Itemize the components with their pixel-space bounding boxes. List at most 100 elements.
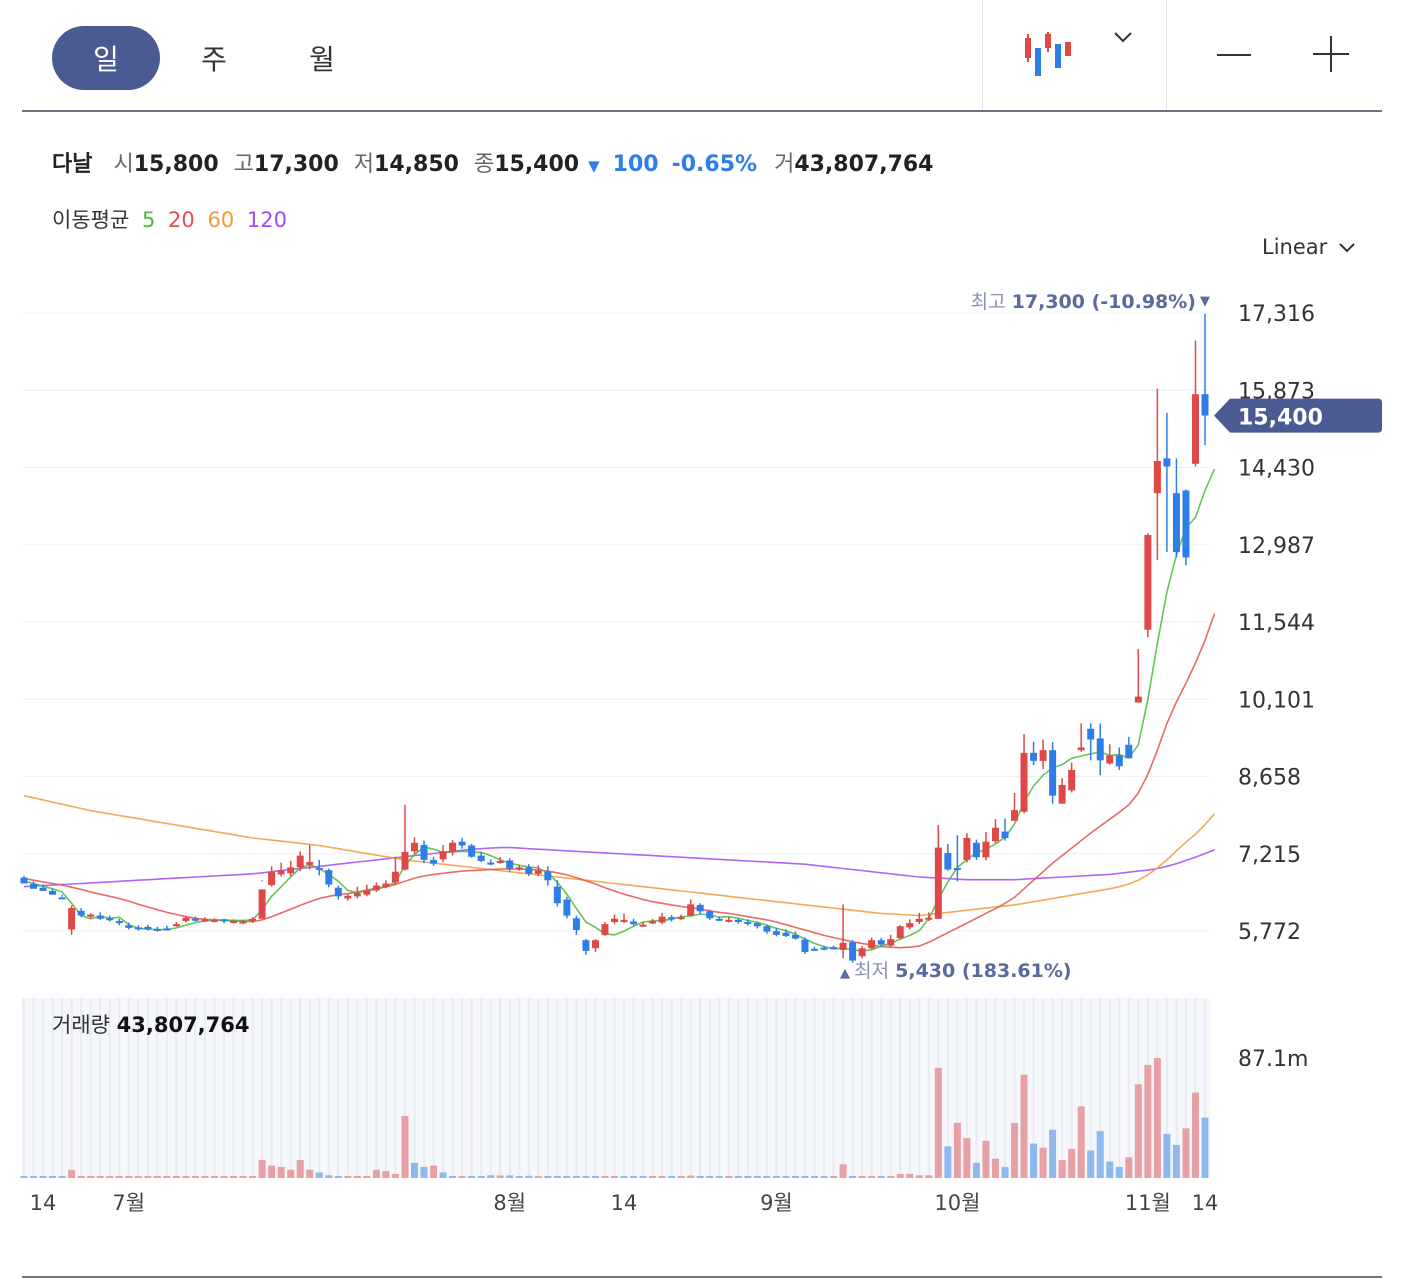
candle-body bbox=[1058, 784, 1066, 804]
candle-body bbox=[572, 918, 580, 931]
candle-body bbox=[30, 883, 38, 889]
volume-bar bbox=[334, 1176, 342, 1178]
candle-body bbox=[487, 862, 495, 865]
y-tick-label: 17,316 bbox=[1238, 302, 1315, 327]
candle-body bbox=[77, 910, 85, 916]
volume-bar bbox=[87, 1176, 95, 1178]
volume-bar bbox=[144, 1176, 152, 1178]
candle-body bbox=[258, 889, 266, 919]
volume-bar bbox=[582, 1175, 590, 1178]
bottom-divider bbox=[22, 1276, 1382, 1278]
candle-body bbox=[868, 940, 876, 949]
candle-body bbox=[191, 918, 199, 921]
y-tick-label: 12,987 bbox=[1238, 534, 1315, 559]
current-price-label: 15,400 bbox=[1238, 406, 1323, 431]
candle-body bbox=[268, 871, 276, 886]
candle-body bbox=[144, 926, 152, 930]
volume-bar bbox=[96, 1176, 104, 1178]
candle-body bbox=[925, 917, 933, 920]
candle-body bbox=[772, 931, 780, 935]
volume-bar bbox=[1077, 1106, 1085, 1178]
x-tick-label: 14 bbox=[1192, 1191, 1219, 1215]
volume-bar bbox=[420, 1166, 428, 1178]
candle-body bbox=[458, 841, 466, 846]
candle-body bbox=[1030, 752, 1038, 761]
volume-bar bbox=[687, 1175, 695, 1178]
candle-body bbox=[896, 926, 904, 939]
candle-body bbox=[134, 927, 142, 930]
volume-bar bbox=[696, 1176, 704, 1178]
volume-bar bbox=[125, 1176, 133, 1178]
volume-bar bbox=[1058, 1160, 1066, 1178]
candle-body bbox=[839, 942, 847, 950]
candle-body bbox=[420, 844, 428, 860]
volume-bar bbox=[953, 1122, 961, 1178]
candle-body bbox=[506, 860, 514, 869]
candle-body bbox=[210, 919, 218, 922]
volume-bar bbox=[163, 1176, 171, 1178]
volume-bar bbox=[782, 1176, 790, 1178]
volume-bar bbox=[515, 1176, 523, 1178]
volume-bar bbox=[991, 1158, 999, 1178]
candle-body bbox=[115, 920, 123, 924]
candle-body bbox=[477, 855, 485, 861]
volume-bar bbox=[401, 1116, 409, 1178]
volume-bar bbox=[1087, 1150, 1095, 1178]
volume-bar bbox=[20, 1176, 28, 1178]
volume-bar bbox=[506, 1175, 514, 1178]
y-tick-label: 10,101 bbox=[1238, 688, 1315, 713]
volume-bar bbox=[630, 1176, 638, 1178]
volume-bar bbox=[830, 1176, 838, 1178]
volume-bar bbox=[772, 1176, 780, 1178]
volume-bar bbox=[925, 1175, 933, 1178]
ma60-line bbox=[23, 794, 1216, 917]
volume-bar bbox=[1068, 1149, 1076, 1178]
volume-y-tick: 87.1m bbox=[1238, 1047, 1308, 1072]
candle-body bbox=[39, 887, 47, 891]
volume-bar bbox=[734, 1176, 742, 1178]
candle-body bbox=[353, 893, 361, 897]
volume-bar bbox=[887, 1175, 895, 1178]
volume-bar bbox=[1172, 1144, 1180, 1178]
x-tick-label: 9월 bbox=[760, 1191, 793, 1215]
volume-bar bbox=[487, 1175, 495, 1178]
volume-bar bbox=[820, 1176, 828, 1178]
candle-body bbox=[991, 827, 999, 842]
volume-bar bbox=[1011, 1122, 1019, 1178]
candle-body bbox=[410, 842, 418, 852]
volume-bar bbox=[1001, 1166, 1009, 1178]
volume-bar bbox=[220, 1176, 228, 1178]
volume-bar bbox=[839, 1164, 847, 1178]
volume-bar bbox=[39, 1176, 47, 1178]
candle-body bbox=[1068, 769, 1076, 791]
candle-body bbox=[887, 939, 895, 946]
volume-bar bbox=[1201, 1117, 1209, 1178]
candle-body bbox=[1011, 810, 1019, 821]
candle-body bbox=[153, 928, 161, 931]
volume-bar bbox=[791, 1176, 799, 1178]
price-chart[interactable]: 17,31615,87314,43012,98711,54410,1018,65… bbox=[0, 0, 1406, 1280]
volume-bar bbox=[182, 1175, 190, 1178]
candle-body bbox=[944, 852, 952, 870]
volume-bar bbox=[344, 1176, 352, 1178]
x-tick-label: 7월 bbox=[112, 1191, 145, 1215]
candle-body bbox=[439, 851, 447, 860]
candle-body bbox=[87, 914, 95, 917]
candle-body bbox=[287, 867, 295, 874]
volume-bar bbox=[430, 1165, 438, 1178]
candle-body bbox=[1191, 394, 1199, 464]
volume-bar bbox=[553, 1175, 561, 1178]
candle-body bbox=[172, 924, 180, 927]
candle-body bbox=[401, 851, 409, 870]
candle-body bbox=[1182, 490, 1190, 558]
candle-body bbox=[706, 911, 714, 919]
volume-bar bbox=[239, 1176, 247, 1178]
volume-bar bbox=[1039, 1147, 1047, 1178]
candle-body bbox=[68, 908, 76, 930]
volume-bar bbox=[934, 1067, 942, 1178]
candle-body bbox=[496, 860, 504, 863]
candle-body bbox=[249, 918, 257, 921]
volume-bar bbox=[1153, 1058, 1161, 1178]
candle-body bbox=[734, 919, 742, 923]
candle-body bbox=[668, 917, 676, 920]
